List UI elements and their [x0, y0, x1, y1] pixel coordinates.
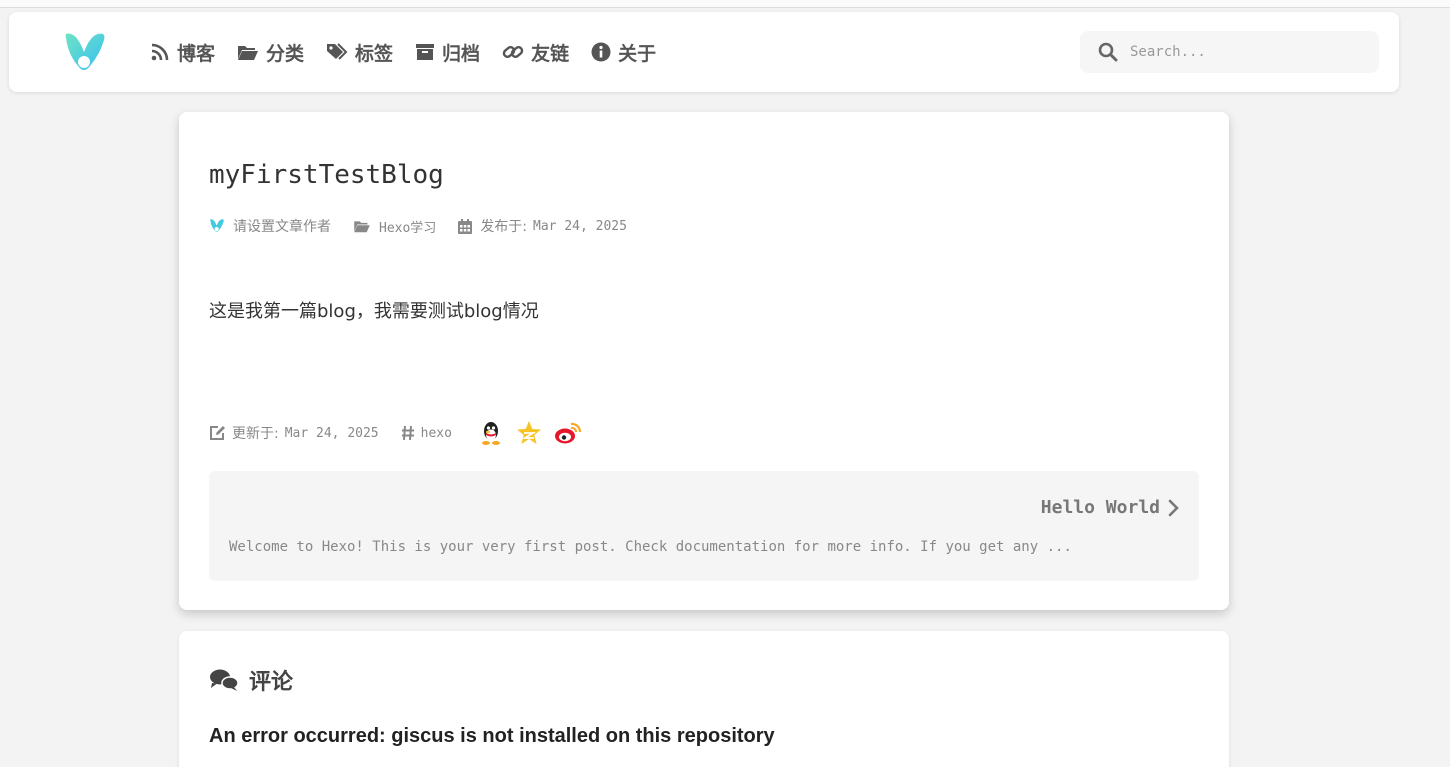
rss-icon — [151, 43, 169, 61]
author-name: 请设置文章作者 — [233, 219, 331, 235]
nav-label: 归档 — [442, 42, 481, 65]
qq-icon — [481, 422, 500, 445]
edit-icon — [210, 426, 225, 440]
chevron-right-icon — [1168, 499, 1179, 516]
post-footer-meta: 更新于: Mar 24, 2025 hexo — [209, 420, 594, 446]
next-post-excerpt: Welcome to Hexo! This is your very first… — [229, 539, 1072, 555]
nav-item-archives[interactable]: 归档 — [415, 39, 480, 66]
link-icon — [502, 46, 524, 58]
published-label: 发布于: — [480, 219, 528, 235]
search-icon — [1098, 42, 1118, 62]
site-header: 博客 分类 标签 归档 友链 关于 Search... — [9, 12, 1399, 92]
comments-error-message: An error occurred: giscus is not install… — [209, 725, 775, 747]
post-category[interactable]: Hexo学习 — [353, 217, 436, 236]
nav-item-about[interactable]: 关于 — [591, 39, 656, 66]
post-author[interactable]: 请设置文章作者 — [209, 216, 331, 236]
post-title: myFirstTestBlog — [209, 160, 444, 190]
nav-label: 关于 — [618, 42, 657, 65]
next-post-card[interactable]: Hello World Welcome to Hexo! This is you… — [209, 471, 1199, 581]
nav-item-friends[interactable]: 友链 — [502, 39, 569, 66]
main-nav: 博客 分类 标签 归档 友链 关于 — [150, 37, 678, 67]
hash-icon — [401, 425, 414, 441]
nav-label: 博客 — [177, 42, 216, 65]
qzone-icon — [516, 421, 541, 444]
published-date: Mar 24, 2025 — [533, 218, 627, 234]
archive-icon — [416, 44, 435, 60]
folder-open-icon — [238, 46, 259, 60]
post-updated: 更新于: Mar 24, 2025 — [209, 423, 379, 443]
nav-item-tags[interactable]: 标签 — [326, 39, 393, 66]
post-content: 这是我第一篇blog，我需要测试blog情况 — [209, 301, 539, 322]
nav-label: 标签 — [355, 42, 394, 65]
post-published: 发布于: Mar 24, 2025 — [458, 216, 627, 236]
weibo-icon — [554, 422, 582, 444]
nav-item-blog[interactable]: 博客 — [150, 39, 215, 66]
next-post-title: Hello World — [1040, 497, 1160, 518]
comments-title: 评论 — [249, 670, 294, 695]
post-card: myFirstTestBlog 请设置文章作者 Hexo学习 发布于: Mar … — [179, 112, 1229, 610]
category-name: Hexo学习 — [379, 220, 437, 236]
tags-icon — [327, 43, 348, 60]
comments-header: 评论 — [209, 664, 293, 696]
browser-top-edge — [0, 0, 1450, 8]
share-qzone-button[interactable] — [516, 420, 542, 446]
updated-date: Mar 24, 2025 — [284, 425, 379, 441]
share-weibo-button[interactable] — [554, 420, 582, 446]
post-tag[interactable]: hexo — [401, 425, 452, 441]
comments-icon — [210, 669, 239, 691]
tag-name: hexo — [420, 425, 452, 441]
share-buttons — [478, 420, 594, 446]
updated-label: 更新于: — [232, 426, 279, 442]
author-avatar-icon — [210, 219, 224, 232]
post-meta: 请设置文章作者 Hexo学习 发布于: Mar 24, 2025 — [209, 216, 649, 236]
share-qq-button[interactable] — [478, 420, 504, 446]
site-logo-icon[interactable] — [62, 32, 108, 74]
comments-card: 评论 An error occurred: giscus is not inst… — [179, 631, 1229, 767]
nav-label: 友链 — [531, 42, 570, 65]
nav-label: 分类 — [266, 42, 305, 65]
nav-item-categories[interactable]: 分类 — [237, 39, 304, 66]
next-post-link[interactable]: Hello World — [1041, 497, 1179, 518]
calendar-icon — [458, 218, 473, 234]
search-box[interactable] — [1080, 31, 1379, 73]
search-input[interactable] — [1130, 44, 1370, 60]
info-circle-icon — [591, 42, 611, 62]
folder-open-icon — [354, 221, 370, 233]
